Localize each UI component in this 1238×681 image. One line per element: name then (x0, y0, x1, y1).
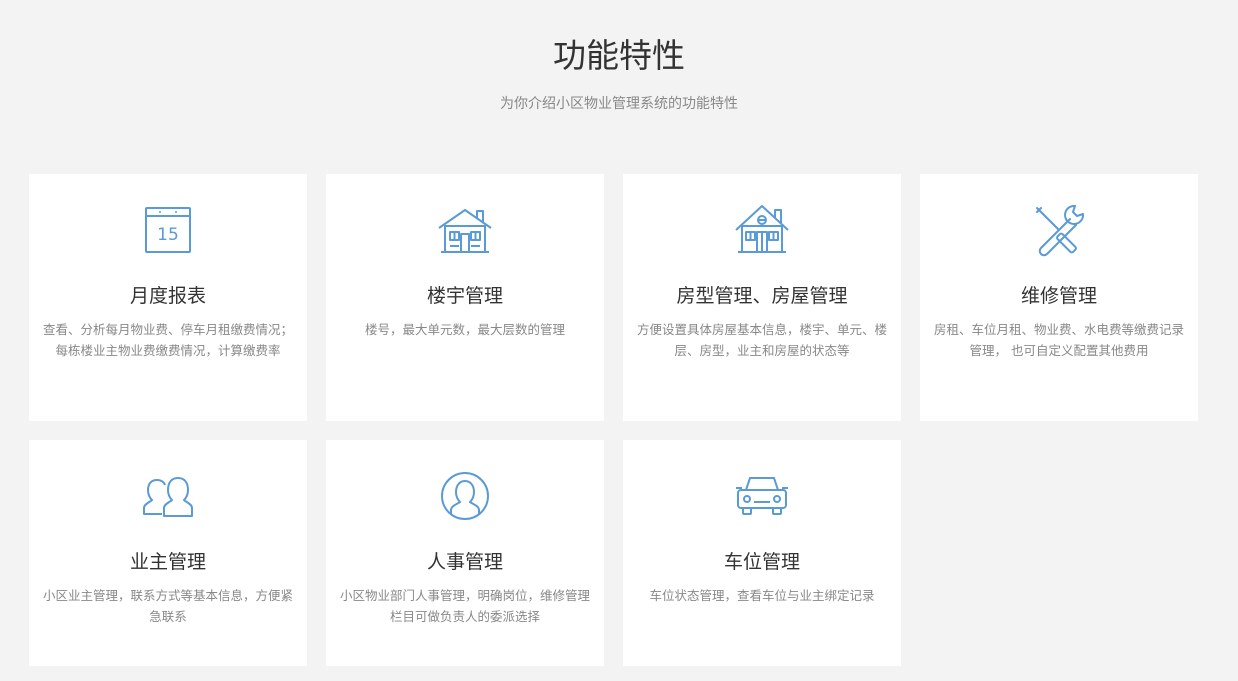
feature-description: 查看、分析每月物业费、停车月租缴费情况；每栋楼业主物业费缴费情况，计算缴费率 (42, 322, 293, 358)
feature-card-hr-management[interactable]: 人事管理 小区物业部门人事管理，明确岗位，维修管理栏目可做负责人的委派选择 (326, 440, 604, 666)
feature-title: 楼宇管理 (426, 285, 503, 307)
car-icon (734, 468, 790, 524)
building-icon (437, 202, 493, 258)
feature-card-owner-management[interactable]: 业主管理 小区业主管理，联系方式等基本信息，方便紧急联系 (29, 440, 307, 666)
feature-title: 车位管理 (723, 551, 800, 573)
person-icon (437, 468, 493, 524)
calendar-day-number: 15 (157, 225, 179, 245)
page-title: 功能特性 (553, 36, 685, 75)
feature-card-repair-management[interactable]: 维修管理 房租、车位月租、物业费、水电费等缴费记录管理， 也可自定义配置其他费用 (920, 174, 1198, 421)
feature-description: 方便设置具体房屋基本信息，楼宇、单元、楼层、房型，业主和房屋的状态等 (636, 322, 887, 358)
feature-card-parking-management[interactable]: 车位管理 车位状态管理，查看车位与业主绑定记录 (623, 440, 901, 666)
feature-card-monthly-report[interactable]: 15 月度报表 查看、分析每月物业费、停车月租缴费情况；每栋楼业主物业费缴费情况… (29, 174, 307, 421)
feature-description: 小区业主管理，联系方式等基本信息，方便紧急联系 (42, 588, 293, 624)
feature-title: 维修管理 (1020, 285, 1097, 307)
calendar-icon: 15 (140, 202, 196, 258)
tools-icon (1031, 202, 1087, 258)
feature-title: 房型管理、房屋管理 (676, 285, 848, 307)
feature-card-building-management[interactable]: 楼宇管理 楼号，最大单元数，最大层数的管理 (326, 174, 604, 421)
feature-description: 小区物业部门人事管理，明确岗位，维修管理栏目可做负责人的委派选择 (339, 588, 590, 624)
feature-description: 房租、车位月租、物业费、水电费等缴费记录管理， 也可自定义配置其他费用 (933, 322, 1184, 358)
feature-description: 楼号，最大单元数，最大层数的管理 (364, 322, 565, 337)
house-icon (734, 202, 790, 258)
feature-title: 业主管理 (129, 551, 206, 573)
users-icon (140, 468, 196, 524)
page-subtitle: 为你介绍小区物业管理系统的功能特性 (500, 96, 738, 112)
feature-title: 人事管理 (426, 551, 503, 573)
feature-description: 车位状态管理，查看车位与业主绑定记录 (649, 588, 875, 603)
feature-title: 月度报表 (129, 285, 206, 307)
feature-card-house-management[interactable]: 房型管理、房屋管理 方便设置具体房屋基本信息，楼宇、单元、楼层、房型，业主和房屋… (623, 174, 901, 421)
